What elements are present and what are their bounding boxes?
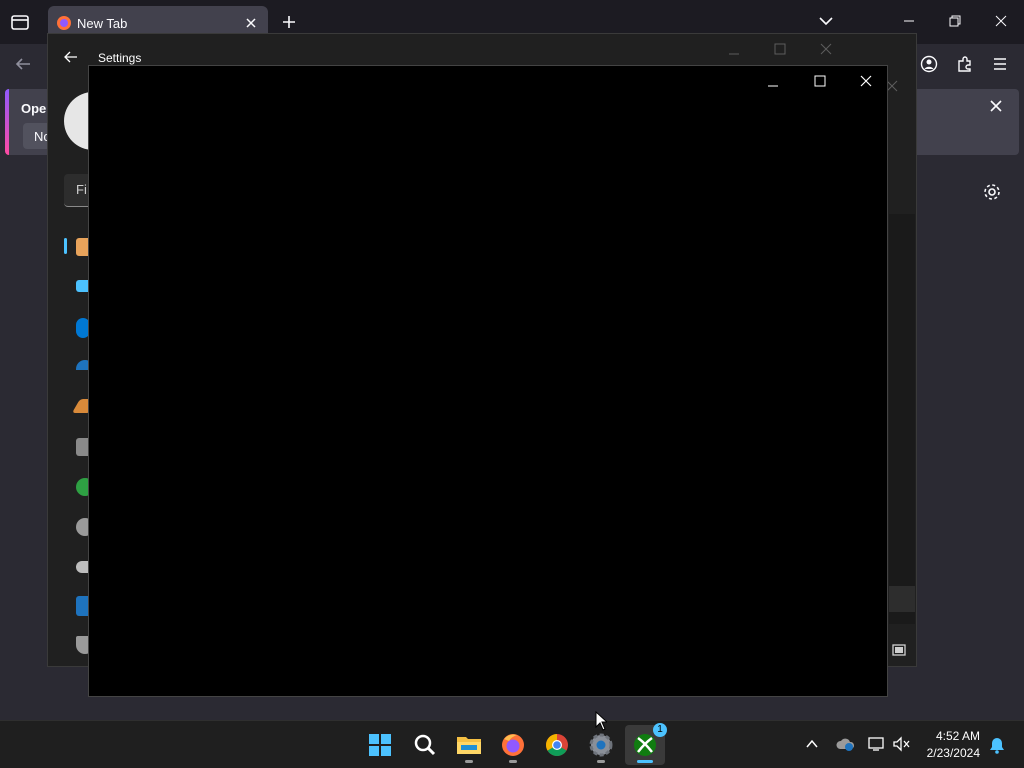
settings-minimize-icon[interactable] xyxy=(728,48,740,60)
volume-muted-icon[interactable] xyxy=(892,736,912,752)
display-icon[interactable] xyxy=(892,643,906,657)
file-explorer-icon[interactable] xyxy=(449,725,489,765)
notifications-bell-icon[interactable] xyxy=(988,736,1006,754)
black-app-window[interactable] xyxy=(88,65,888,697)
tab-overflow-chevron-icon[interactable] xyxy=(818,15,834,27)
notification-accent xyxy=(5,89,9,155)
nav-selection-indicator xyxy=(64,238,67,254)
network-status-icon[interactable] xyxy=(866,736,886,752)
black-window-minimize-icon[interactable] xyxy=(767,80,779,92)
browser-minimize-button[interactable] xyxy=(886,6,932,36)
onedrive-icon[interactable] xyxy=(836,736,856,752)
settings-scroll-panel xyxy=(889,214,915,624)
firefox-taskbar-icon[interactable] xyxy=(493,725,533,765)
settings-running-indicator xyxy=(597,760,605,763)
chrome-icon[interactable] xyxy=(537,725,577,765)
extensions-icon[interactable] xyxy=(956,55,974,73)
firefox-icon xyxy=(56,15,72,31)
account-icon[interactable] xyxy=(920,55,938,73)
app-menu-icon[interactable] xyxy=(992,56,1008,72)
close-tab-icon[interactable] xyxy=(244,16,258,30)
firefox-running-indicator xyxy=(509,760,517,763)
file-explorer-running-indicator xyxy=(465,760,473,763)
new-tab-icon[interactable] xyxy=(282,15,296,29)
xbox-icon[interactable]: 1 xyxy=(625,723,667,765)
clock-date[interactable]: 2/23/2024 xyxy=(927,746,980,760)
browser-restore-button[interactable] xyxy=(932,6,978,36)
search-placeholder: Fi xyxy=(76,182,87,197)
browser-close-button[interactable] xyxy=(978,6,1024,36)
xbox-notification-badge: 1 xyxy=(653,723,667,737)
settings-list-row[interactable] xyxy=(889,586,915,612)
tab-title: New Tab xyxy=(77,16,128,31)
settings-maximize-icon[interactable] xyxy=(774,43,786,55)
settings-back-icon[interactable] xyxy=(64,51,78,63)
taskbar: 1 4:52 AM 2/23/2024 xyxy=(0,720,1024,768)
clock-time[interactable]: 4:52 AM xyxy=(936,729,980,743)
search-icon[interactable] xyxy=(405,725,445,765)
mouse-cursor-icon xyxy=(595,711,607,731)
xbox-active-indicator xyxy=(637,760,653,763)
tab-list-icon[interactable] xyxy=(10,12,30,32)
settings-gear-icon[interactable] xyxy=(581,725,621,765)
settings-title: Settings xyxy=(98,51,142,65)
settings-close-icon[interactable] xyxy=(820,43,832,55)
start-button[interactable] xyxy=(360,725,400,765)
back-arrow-icon[interactable] xyxy=(14,56,32,72)
black-window-maximize-icon[interactable] xyxy=(814,75,826,87)
customize-gear-icon[interactable] xyxy=(983,183,1001,201)
black-window-close-icon[interactable] xyxy=(860,75,872,87)
notification-close-icon[interactable] xyxy=(990,100,1002,112)
show-hidden-icons-chevron-icon[interactable] xyxy=(804,737,820,751)
